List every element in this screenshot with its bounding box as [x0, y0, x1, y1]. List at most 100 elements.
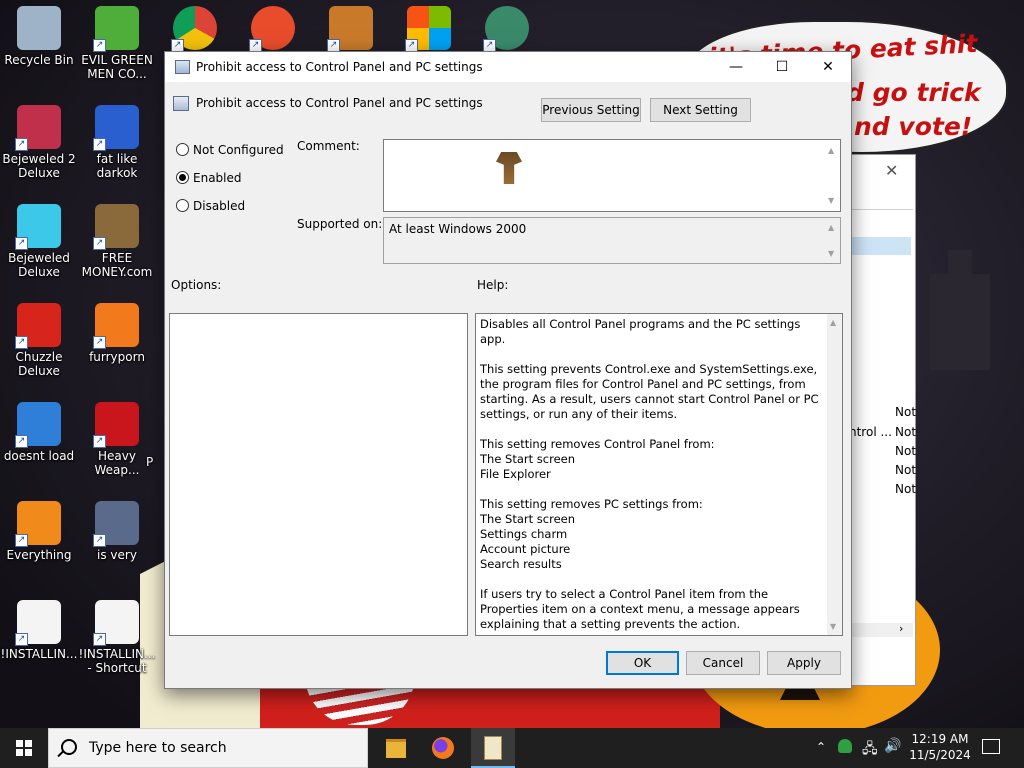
- mpl-icon: ↗: [93, 105, 139, 151]
- p-app-icon: ↗: [249, 6, 295, 52]
- radio-button[interactable]: [176, 171, 189, 184]
- shortcut-arrow-icon: ↗: [15, 633, 28, 646]
- desktop-icon-label: Chuzzle Deluxe: [15, 350, 63, 378]
- help-scrollbar[interactable]: ▲ ▼: [827, 314, 842, 635]
- firefox-icon: [432, 737, 454, 759]
- windows-logo-icon: [16, 740, 32, 756]
- desktop-icon[interactable]: ↗ Bejeweled Deluxe: [0, 198, 78, 279]
- list-item[interactable]: ntrol ...: [849, 425, 892, 439]
- desktop-icon[interactable]: ↗ fat like darkok: [78, 99, 156, 180]
- bubble-line-3: nd vote!: [854, 112, 973, 141]
- radio-enabled[interactable]: Enabled: [176, 171, 242, 187]
- minimize-button[interactable]: —: [713, 52, 759, 82]
- windows-logo-icon: ↗: [405, 6, 451, 52]
- taskbar-policy-editor[interactable]: [471, 728, 515, 768]
- horizontal-scrollbar[interactable]: ›: [849, 622, 913, 637]
- desktop-icon-label: EVIL GREEN MEN CO...: [81, 53, 153, 81]
- policy-icon: [175, 60, 190, 74]
- desktop-icon[interactable]: ↗ !INSTALLIN... - Shortcut: [78, 594, 156, 675]
- desktop-icon-folder[interactable]: ↗: [312, 0, 390, 53]
- desktop-icon-windows[interactable]: ↗: [390, 0, 468, 53]
- taskbar-firefox[interactable]: [421, 728, 465, 768]
- policy-setting-dialog[interactable]: Prohibit access to Control Panel and PC …: [164, 51, 852, 689]
- radio-button[interactable]: [176, 199, 189, 212]
- desktop-icon[interactable]: ↗ !INSTALLIN...: [0, 594, 78, 661]
- list-item[interactable]: Not: [895, 405, 916, 419]
- desktop-icon[interactable]: ↗ Everything: [0, 495, 78, 562]
- chuzzle-icon: ↗: [15, 303, 61, 349]
- shortcut-arrow-icon: ↗: [93, 39, 106, 52]
- mpl-shield-icon: ↗: [93, 501, 139, 547]
- desktop-icon-label: Recycle Bin: [4, 53, 74, 67]
- list-item[interactable]: Not: [895, 444, 916, 458]
- desktop-icon-chrome[interactable]: ↗: [156, 0, 234, 53]
- desktop-icon[interactable]: ↗ furryporn: [78, 297, 156, 364]
- chevron-down-icon[interactable]: ▼: [828, 249, 834, 258]
- shortcut-arrow-icon: ↗: [93, 237, 106, 250]
- ok-button[interactable]: OK: [606, 651, 679, 675]
- wallpaper-castle: [930, 250, 990, 370]
- taskbar-file-explorer[interactable]: [374, 728, 418, 768]
- background-window[interactable]: ✕ Not ntrol ... Not Not Not Not ›: [848, 154, 916, 686]
- desktop-icon[interactable]: ↗ Heavy Weap...: [78, 396, 156, 477]
- desktop-icon[interactable]: ↗ FREE MONEY.com: [78, 198, 156, 279]
- radio-label: Enabled: [193, 171, 242, 185]
- chevron-up-icon[interactable]: ▲: [828, 146, 834, 155]
- desktop-icon[interactable]: Recycle Bin: [0, 0, 78, 67]
- chevron-up-icon[interactable]: ⌃: [816, 740, 826, 754]
- clock[interactable]: 12:19 AM 11/5/2024: [905, 731, 975, 763]
- network-icon[interactable]: 🖧: [862, 738, 878, 762]
- desktop-icon-label: furryporn: [89, 350, 145, 364]
- shortcut-arrow-icon: ↗: [93, 138, 106, 151]
- desktop-icon-character[interactable]: ↗: [468, 0, 546, 53]
- supported-scrollbar[interactable]: ▲ ▼: [825, 218, 840, 263]
- previous-setting-button[interactable]: Previous Setting: [541, 98, 641, 122]
- list-item[interactable]: Not: [895, 482, 916, 496]
- chevron-down-icon[interactable]: ▼: [828, 196, 834, 205]
- desktop-icon-p[interactable]: ↗: [234, 0, 312, 53]
- options-panel[interactable]: [169, 313, 468, 636]
- help-text: Disables all Control Panel programs and …: [480, 317, 819, 631]
- radio-not-configured[interactable]: Not Configured: [176, 143, 284, 159]
- close-button[interactable]: ✕: [805, 52, 851, 82]
- user-tray-icon[interactable]: [838, 739, 852, 753]
- desktop-icon[interactable]: ↗ doesnt load: [0, 396, 78, 463]
- search-placeholder: Type here to search: [89, 740, 227, 756]
- taskbar-search[interactable]: Type here to search: [48, 728, 368, 768]
- desktop-icon[interactable]: ↗ Chuzzle Deluxe: [0, 297, 78, 378]
- shortcut-arrow-icon: ↗: [15, 138, 28, 151]
- comment-textarea[interactable]: ▲ ▼: [383, 139, 841, 212]
- list-item[interactable]: Not: [895, 425, 916, 439]
- comment-label: Comment:: [297, 139, 360, 153]
- shortcut-arrow-icon: ↗: [15, 336, 28, 349]
- desktop-icon-label: fat like darkok: [96, 152, 138, 180]
- close-icon[interactable]: ✕: [885, 161, 898, 180]
- volume-icon[interactable]: 🔊: [884, 738, 901, 754]
- desktop-icon-label: Heavy Weap...: [94, 449, 140, 477]
- desktop-icon-label: !INSTALLIN... - Shortcut: [78, 647, 156, 675]
- desktop-icon[interactable]: ↗ Bejeweled 2 Deluxe: [0, 99, 78, 180]
- chevron-up-icon[interactable]: ▲: [830, 318, 836, 327]
- next-setting-button[interactable]: Next Setting: [650, 98, 751, 122]
- notification-icon[interactable]: [982, 739, 1000, 754]
- list-item[interactable]: Not: [895, 463, 916, 477]
- character-app-icon: ↗: [483, 6, 529, 52]
- desktop-icon[interactable]: ↗ EVIL GREEN MEN CO...: [78, 0, 156, 81]
- start-button[interactable]: [0, 728, 48, 768]
- search-icon: [61, 739, 77, 755]
- help-panel[interactable]: Disables all Control Panel programs and …: [475, 313, 843, 636]
- maximize-button[interactable]: ☐: [759, 52, 805, 82]
- radio-button[interactable]: [176, 143, 189, 156]
- shortcut-arrow-icon: ↗: [15, 237, 28, 250]
- title-bar[interactable]: Prohibit access to Control Panel and PC …: [165, 52, 851, 82]
- radio-disabled[interactable]: Disabled: [176, 199, 245, 215]
- supported-on-field: At least Windows 2000 ▲ ▼: [383, 217, 841, 264]
- bubble-line-2: d go trick: [846, 78, 981, 107]
- chevron-right-icon[interactable]: ›: [899, 622, 903, 635]
- cancel-button[interactable]: Cancel: [686, 651, 760, 675]
- apply-button[interactable]: Apply: [767, 651, 841, 675]
- comment-scrollbar[interactable]: ▲ ▼: [825, 140, 840, 211]
- desktop-icon[interactable]: ↗ is very: [78, 495, 156, 562]
- chevron-down-icon[interactable]: ▼: [830, 622, 836, 631]
- chevron-up-icon[interactable]: ▲: [828, 223, 834, 232]
